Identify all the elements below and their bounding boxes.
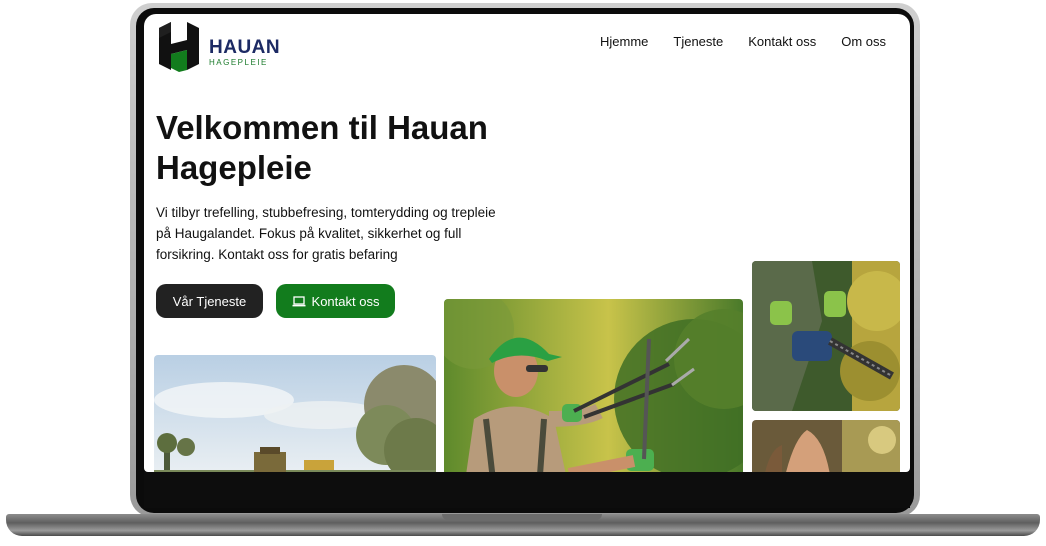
hero-title: Velkommen til Hauan Hagepleie <box>156 109 488 186</box>
services-button-label: Vår Tjeneste <box>172 293 247 309</box>
main-nav: Hjemme Tjeneste Kontakt oss Om oss <box>600 34 886 49</box>
keyboard-reflection <box>144 472 910 508</box>
nav-link-hjemme[interactable]: Hjemme <box>600 34 648 49</box>
nav-link-tjeneste[interactable]: Tjeneste <box>673 34 723 49</box>
nav-link-kontakt[interactable]: Kontakt oss <box>748 34 816 49</box>
nav-link-om-oss[interactable]: Om oss <box>841 34 886 49</box>
contact-button-label: Kontakt oss <box>311 293 380 309</box>
logo-name: HAUAN <box>209 37 281 58</box>
laptop-icon <box>292 295 306 306</box>
contact-button[interactable]: Kontakt oss <box>276 284 395 318</box>
landscape-photo <box>154 355 436 472</box>
logo-h-icon <box>159 22 199 72</box>
services-button[interactable]: Vår Tjeneste <box>156 284 263 318</box>
site-logo[interactable]: HAUAN HAGEPLEIE <box>157 20 307 74</box>
laptop-notch <box>442 514 602 520</box>
hero-description: Vi tilbyr trefelling, stubbefresing, tom… <box>156 205 496 262</box>
logo-tagline: HAGEPLEIE <box>209 58 268 67</box>
laptop-screen: HAUAN HAGEPLEIE Hjemme Tjeneste Kontakt … <box>144 14 910 472</box>
tree-care-photo <box>752 420 900 472</box>
gardener-photo <box>444 299 743 472</box>
hedge-trimmer-photo <box>752 261 900 411</box>
